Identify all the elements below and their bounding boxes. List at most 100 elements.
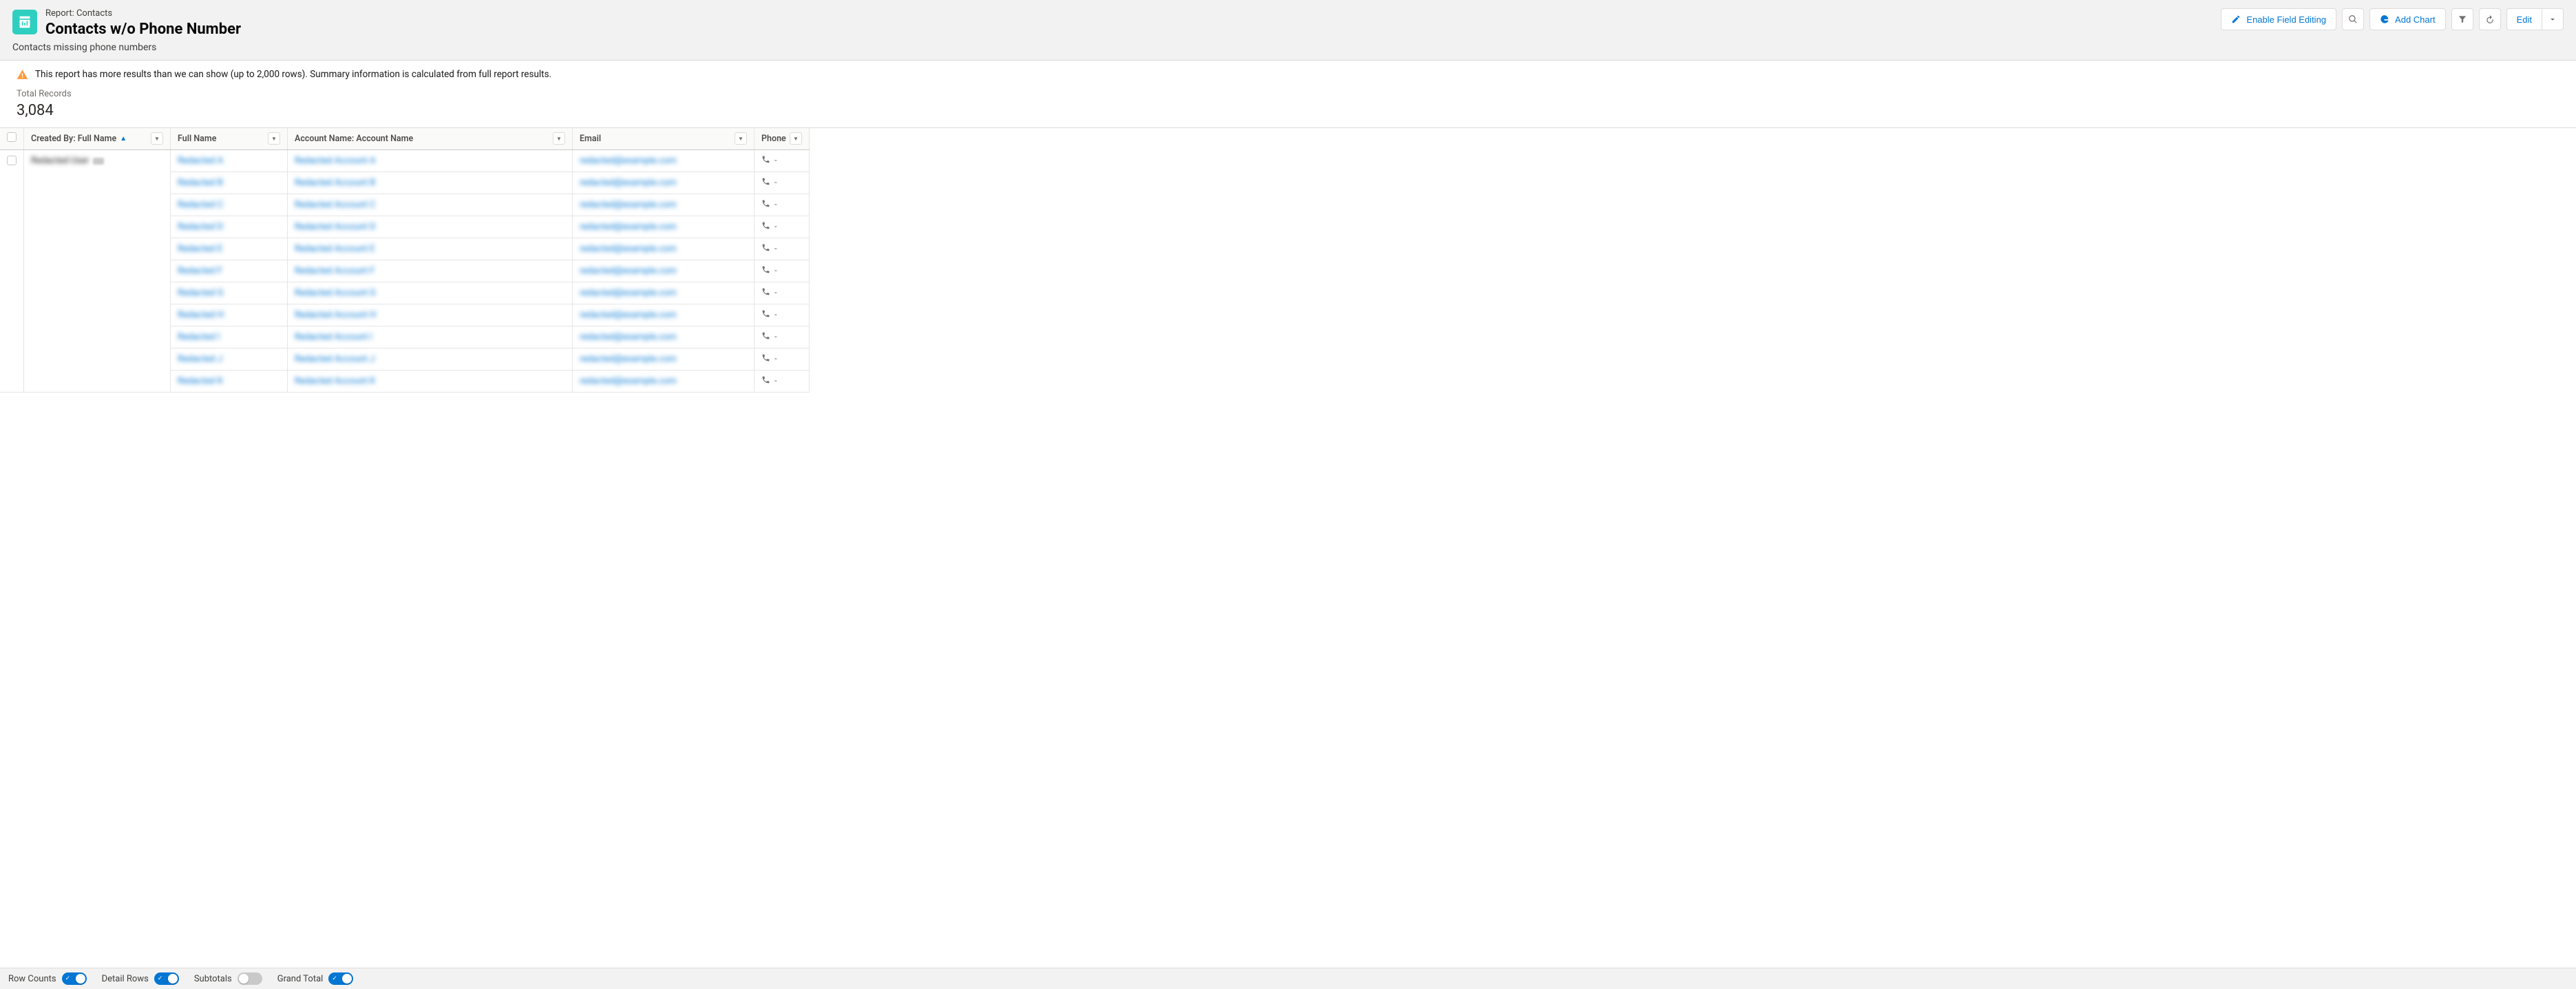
column-header-created-by[interactable]: Created By: Full Name ▲ ▼	[24, 128, 171, 150]
phone-value: -	[774, 178, 777, 188]
email-cell[interactable]: redacted@example.com	[573, 172, 754, 194]
account-name-cell[interactable]: Redacted Account E	[288, 238, 573, 260]
full-name-cell[interactable]: Redacted E	[171, 238, 288, 260]
phone-cell[interactable]: -	[754, 326, 810, 348]
refresh-button[interactable]	[2479, 8, 2501, 30]
email-cell[interactable]: redacted@example.com	[573, 304, 754, 326]
column-menu-button[interactable]: ▼	[151, 132, 163, 145]
email-cell[interactable]: redacted@example.com	[573, 282, 754, 304]
page-title: Contacts w/o Phone Number	[45, 20, 241, 39]
account-name-cell[interactable]: Redacted Account K	[288, 371, 573, 393]
account-name-cell[interactable]: Redacted Account H	[288, 304, 573, 326]
column-menu-button[interactable]: ▼	[735, 132, 747, 145]
account-name-cell[interactable]: Redacted Account G	[288, 282, 573, 304]
report-grid[interactable]: Created By: Full Name ▲ ▼ Full Name ▼ Ac…	[0, 127, 2576, 968]
summary-section: Total Records 3,084	[0, 83, 2576, 127]
phone-cell[interactable]: -	[754, 348, 810, 371]
grand-total-label: Grand Total	[277, 974, 324, 984]
phone-cell[interactable]: -	[754, 304, 810, 326]
phone-cell[interactable]: -	[754, 371, 810, 393]
report-type-label: Report: Contacts	[45, 8, 241, 19]
phone-cell[interactable]: -	[754, 194, 810, 216]
enable-field-editing-button[interactable]: Enable Field Editing	[2221, 8, 2336, 30]
column-menu-button[interactable]: ▼	[553, 132, 565, 145]
phone-value: -	[774, 310, 777, 320]
group-created-by-cell: Redacted User	[24, 150, 171, 393]
email-cell[interactable]: redacted@example.com	[573, 238, 754, 260]
full-name-cell[interactable]: Redacted H	[171, 304, 288, 326]
detail-rows-toggle[interactable]: ✓	[154, 972, 179, 985]
phone-icon	[761, 243, 770, 255]
chevron-down-icon	[2548, 14, 2557, 24]
phone-cell[interactable]: -	[754, 216, 810, 238]
email-cell[interactable]: redacted@example.com	[573, 260, 754, 282]
full-name-cell[interactable]: Redacted K	[171, 371, 288, 393]
edit-button[interactable]: Edit	[2506, 8, 2542, 30]
account-name-cell[interactable]: Redacted Account D	[288, 216, 573, 238]
column-header-email[interactable]: Email ▼	[573, 128, 754, 150]
phone-cell[interactable]: -	[754, 172, 810, 194]
phone-cell[interactable]: -	[754, 150, 810, 172]
column-header-phone[interactable]: Phone ▼	[754, 128, 810, 150]
report-header: Report: Contacts Contacts w/o Phone Numb…	[0, 0, 2576, 61]
add-chart-button[interactable]: Add Chart	[2369, 8, 2446, 30]
full-name-cell[interactable]: Redacted A	[171, 150, 288, 172]
column-label: Phone	[761, 134, 786, 144]
phone-value: -	[774, 332, 777, 342]
subtotals-toggle[interactable]: ✓	[237, 972, 262, 985]
full-name-cell[interactable]: Redacted F	[171, 260, 288, 282]
phone-cell[interactable]: -	[754, 260, 810, 282]
column-header-account-name[interactable]: Account Name: Account Name ▼	[288, 128, 573, 150]
phone-icon	[761, 309, 770, 321]
email-cell[interactable]: redacted@example.com	[573, 348, 754, 371]
group-checkbox[interactable]	[7, 156, 17, 165]
account-name-cell[interactable]: Redacted Account C	[288, 194, 573, 216]
table-row: Redacted UserRedacted ARedacted Account …	[0, 150, 810, 172]
column-menu-button[interactable]: ▼	[790, 132, 802, 145]
email-cell[interactable]: redacted@example.com	[573, 371, 754, 393]
select-all-checkbox[interactable]	[7, 132, 17, 142]
email-cell[interactable]: redacted@example.com	[573, 194, 754, 216]
account-name-cell[interactable]: Redacted Account F	[288, 260, 573, 282]
full-name-cell[interactable]: Redacted D	[171, 216, 288, 238]
phone-cell[interactable]: -	[754, 282, 810, 304]
enable-field-editing-label: Enable Field Editing	[2246, 14, 2326, 25]
phone-value: -	[774, 266, 777, 276]
row-counts-toggle[interactable]: ✓	[62, 972, 87, 985]
account-name-cell[interactable]: Redacted Account B	[288, 172, 573, 194]
grand-total-toggle[interactable]: ✓	[328, 972, 353, 985]
email-cell[interactable]: redacted@example.com	[573, 150, 754, 172]
report-icon	[12, 10, 37, 34]
full-name-cell[interactable]: Redacted I	[171, 326, 288, 348]
report-subtitle: Contacts missing phone numbers	[12, 42, 2564, 53]
refresh-icon	[2485, 14, 2495, 24]
phone-value: -	[774, 156, 777, 166]
phone-value: -	[774, 288, 777, 298]
sort-asc-icon: ▲	[120, 135, 127, 143]
phone-value: -	[774, 222, 777, 232]
full-name-cell[interactable]: Redacted J	[171, 348, 288, 371]
edit-dropdown-button[interactable]	[2542, 8, 2564, 30]
row-counts-label: Row Counts	[8, 974, 56, 984]
column-menu-button[interactable]: ▼	[268, 132, 280, 145]
full-name-cell[interactable]: Redacted G	[171, 282, 288, 304]
phone-value: -	[774, 200, 777, 210]
full-name-cell[interactable]: Redacted C	[171, 194, 288, 216]
account-name-cell[interactable]: Redacted Account J	[288, 348, 573, 371]
column-header-row: Created By: Full Name ▲ ▼ Full Name ▼ Ac…	[0, 128, 810, 150]
search-icon	[2348, 14, 2358, 24]
email-cell[interactable]: redacted@example.com	[573, 326, 754, 348]
full-name-cell[interactable]: Redacted B	[171, 172, 288, 194]
account-name-cell[interactable]: Redacted Account A	[288, 150, 573, 172]
email-cell[interactable]: redacted@example.com	[573, 216, 754, 238]
subtotals-label: Subtotals	[194, 974, 232, 984]
filter-button[interactable]	[2451, 8, 2473, 30]
edit-label: Edit	[2517, 14, 2532, 25]
phone-icon	[761, 287, 770, 299]
search-button[interactable]	[2342, 8, 2364, 30]
account-name-cell[interactable]: Redacted Account I	[288, 326, 573, 348]
phone-value: -	[774, 244, 777, 254]
phone-cell[interactable]: -	[754, 238, 810, 260]
column-header-full-name[interactable]: Full Name ▼	[171, 128, 288, 150]
select-all-header	[0, 128, 24, 150]
